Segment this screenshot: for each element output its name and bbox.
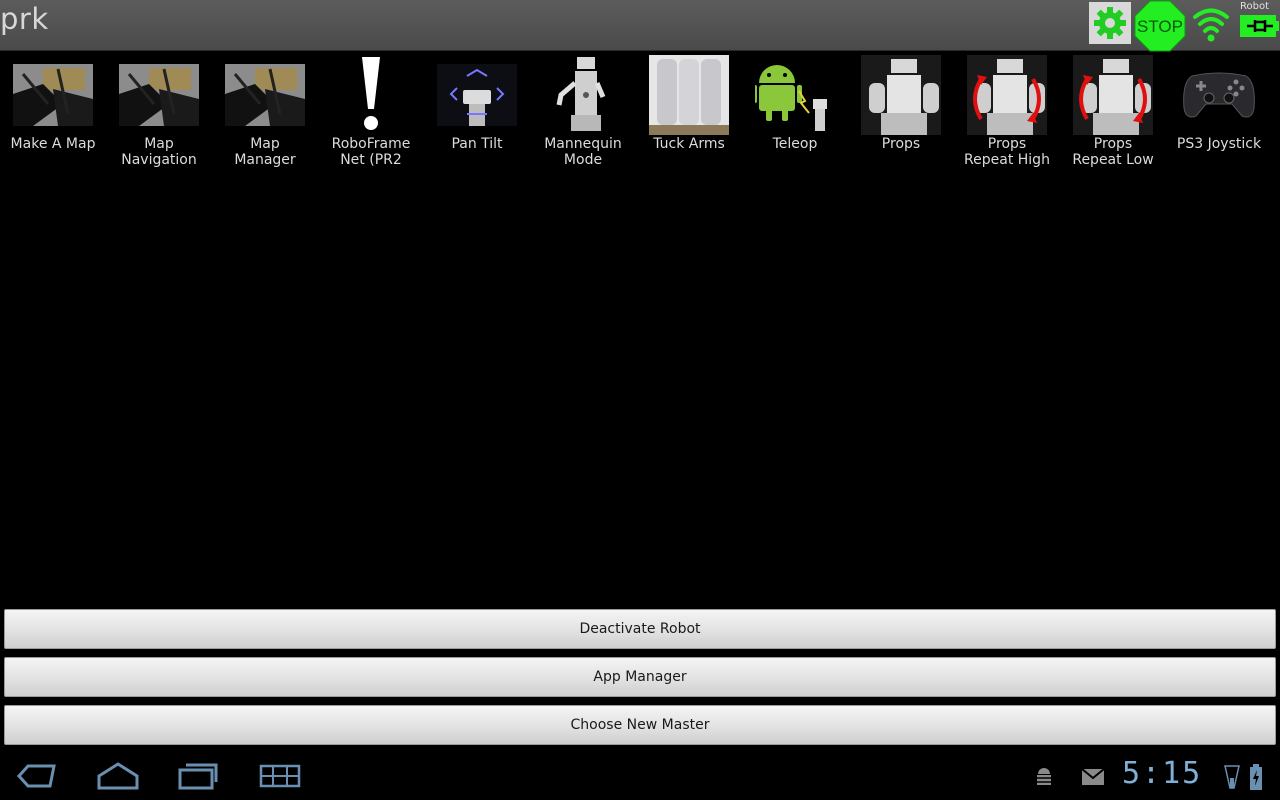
recent-apps-icon[interactable] [176,760,220,792]
app-map-manager[interactable]: Map Manager [212,55,318,175]
props-repeat-low-icon [1073,55,1153,135]
app-label: Make A Map [10,136,96,152]
robot-label: Robot [1240,1,1270,12]
settings-button[interactable] [1089,2,1131,44]
app-label: Props Repeat High [964,136,1050,168]
map-thumbnail-icon [13,55,93,135]
app-label: Props Repeat Low [1072,136,1154,168]
app-props[interactable]: Props [848,55,954,175]
map-thumbnail-icon [119,55,199,135]
app-grid: Make A Map Map Navigation Map Manager Ro… [0,55,1280,185]
tuck-arms-robot-icon [649,55,729,135]
android-teleop-icon [755,55,835,135]
app-mannequin-mode[interactable]: Mannequin Mode [530,55,636,175]
exclamation-icon [331,55,411,135]
app-label: Props [881,136,921,152]
mannequin-robot-icon [543,55,623,135]
map-thumbnail-icon [225,55,305,135]
android-debug-icon [1034,768,1054,785]
choose-new-master-button[interactable]: Choose New Master [4,705,1276,745]
props-repeat-high-icon [967,55,1047,135]
app-label: RoboFrame Net (PR2 [331,136,411,168]
gamepad-icon [1179,55,1259,135]
app-title: prk [0,2,49,36]
props-robot-icon [861,55,941,135]
app-tuck-arms[interactable]: Tuck Arms [636,55,742,175]
app-label: Mannequin Mode [544,136,622,168]
system-bar [0,752,1280,800]
app-props-repeat-low[interactable]: Props Repeat Low [1060,55,1166,175]
app-ps3-joystick[interactable]: PS3 Joystick [1166,55,1272,175]
app-label: Teleop [772,136,818,152]
app-manager-button[interactable]: App Manager [4,657,1276,697]
app-roboframe-net[interactable]: RoboFrame Net (PR2 [318,55,424,175]
app-pan-tilt[interactable]: Pan Tilt [424,55,530,175]
grid-menu-icon[interactable] [258,760,302,792]
gear-icon [1094,7,1126,39]
emergency-stop-button[interactable]: STOP [1134,0,1186,52]
app-label: Map Navigation [121,136,197,168]
gmail-icon [1081,768,1105,785]
wifi-icon [1193,8,1229,42]
app-label: PS3 Joystick [1176,136,1262,152]
stop-label: STOP [1137,17,1183,36]
back-icon[interactable] [16,760,58,792]
app-make-a-map[interactable]: Make A Map [0,55,106,175]
robot-battery-icon [1240,15,1279,37]
home-icon[interactable] [96,760,140,792]
app-props-repeat-high[interactable]: Props Repeat High [954,55,1060,175]
action-bar: prk STOP Robot [0,0,1280,52]
battery-charging-icon [1250,764,1262,790]
clock: 5:15 [1122,756,1203,791]
app-map-navigation[interactable]: Map Navigation [106,55,212,175]
pan-tilt-robot-icon [437,55,517,135]
deactivate-robot-button[interactable]: Deactivate Robot [4,609,1276,649]
signal-icon [1224,765,1240,789]
app-teleop[interactable]: Teleop [742,55,848,175]
app-label: Tuck Arms [653,136,725,152]
app-label: Map Manager [234,136,296,168]
app-label: Pan Tilt [451,136,503,152]
